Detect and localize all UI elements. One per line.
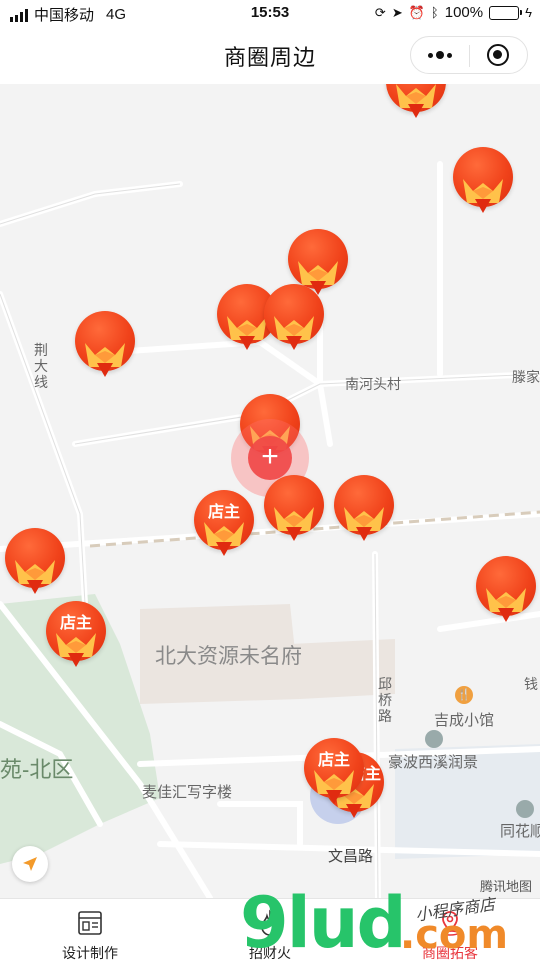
map-attribution: 腾讯地图 xyxy=(479,879,532,894)
place-label-jicheng: 吉成小馆 xyxy=(434,712,495,729)
location-arrow-icon: ➤ xyxy=(391,4,403,20)
pin-circle xyxy=(5,528,65,588)
pin-circle xyxy=(334,475,394,535)
shop-pin[interactable] xyxy=(264,475,324,541)
pin-tip xyxy=(286,336,302,350)
more-button[interactable] xyxy=(411,37,469,73)
close-target-icon xyxy=(487,44,510,66)
tab-business-circle[interactable]: 商圈拓客 xyxy=(360,899,540,960)
shop-pin[interactable] xyxy=(334,475,394,541)
navigation-arrow-icon xyxy=(23,857,37,871)
road-label-qian: 钱 xyxy=(524,676,538,692)
bluetooth-icon: ᛒ xyxy=(430,5,439,20)
fire-icon xyxy=(261,909,279,936)
battery-percent: 100% xyxy=(444,4,484,21)
tab-label: 设计制作 xyxy=(62,945,118,960)
tab-bar: 设计制作 招财火 商圈拓客 xyxy=(0,898,540,960)
shop-pin[interactable] xyxy=(75,311,135,377)
pin-circle xyxy=(288,229,348,289)
pin-circle xyxy=(453,147,513,207)
pin-tip xyxy=(97,363,113,377)
place-label-tonghua: 同花顺 xyxy=(500,823,540,840)
pin-circle xyxy=(264,475,324,535)
location-pin-icon xyxy=(441,911,459,936)
rotation-lock-icon: ⟳ xyxy=(374,4,386,20)
tab-label: 商圈拓客 xyxy=(422,945,478,960)
owner-label: 店主 xyxy=(317,752,350,769)
alarm-icon: ⏰ xyxy=(408,4,425,20)
place-label-tengjia: 滕家 xyxy=(512,369,540,385)
road-label-jingda: 荆 大 线 xyxy=(34,342,48,390)
pin-tip xyxy=(408,104,424,118)
pin-tip xyxy=(475,199,491,213)
place-label-yuan-bei-qu: 苑-北区 xyxy=(0,757,74,782)
pin-circle: 店主 xyxy=(46,601,106,661)
mini-program-capsule xyxy=(410,36,528,74)
tab-design[interactable]: 设计制作 xyxy=(0,899,180,960)
battery-icon xyxy=(489,5,523,20)
building-icon-2 xyxy=(516,800,534,818)
place-label-beida: 北大资源未名府 xyxy=(155,645,302,668)
layout-icon xyxy=(78,911,102,935)
shop-pin[interactable] xyxy=(264,284,324,350)
pin-tip xyxy=(356,527,372,541)
shop-pin[interactable] xyxy=(386,84,446,118)
more-dots-icon xyxy=(427,51,452,59)
place-label-haobo: 豪波西溪润景 xyxy=(388,754,479,771)
owner-shop-pin[interactable]: 店主 xyxy=(304,738,364,804)
shop-pin[interactable] xyxy=(453,147,513,213)
pin-tip xyxy=(498,608,514,622)
road-label-qiuqiao: 邱 桥 路 xyxy=(378,676,392,724)
shop-pin[interactable] xyxy=(5,528,65,594)
status-bar: 中国移动 4G 15:53 ⟳ ➤ ⏰ ᛒ 100% ϟ xyxy=(0,0,540,28)
shop-pin[interactable] xyxy=(476,556,536,622)
status-right: ⟳ ➤ ⏰ ᛒ 100% ϟ xyxy=(375,4,532,21)
plus-icon: + xyxy=(248,436,292,480)
owner-label: 店主 xyxy=(59,615,92,632)
restaurant-icon: 🍴 xyxy=(455,686,473,704)
pin-tip xyxy=(216,542,232,556)
owner-label: 店主 xyxy=(207,504,240,521)
pin-circle xyxy=(75,311,135,371)
place-label-nanhetoucun: 南河头村 xyxy=(345,376,401,392)
road-label-wenchang: 文昌路 xyxy=(328,848,374,865)
map-view[interactable]: 荆 大 线 南河头村 滕家 北大资源未名府 邱 桥 路 钱 🍴 吉成小馆 苑-北… xyxy=(0,84,540,898)
pin-tip xyxy=(346,804,362,818)
pin-circle: 店主 xyxy=(304,738,364,798)
pin-circle xyxy=(264,284,324,344)
close-button[interactable] xyxy=(470,37,528,73)
place-label-maijia: 麦佳汇写字楼 xyxy=(142,784,233,801)
pin-circle: 店主 xyxy=(194,490,254,550)
pin-tip xyxy=(326,790,342,804)
tab-label: 招财火 xyxy=(249,945,291,960)
pin-tip xyxy=(68,653,84,667)
pin-circle xyxy=(476,556,536,616)
pin-tip xyxy=(27,580,43,594)
tab-fortune[interactable]: 招财火 xyxy=(180,899,360,960)
pin-tip xyxy=(239,336,255,350)
owner-shop-pin[interactable]: 店主 xyxy=(46,601,106,667)
nav-bar: 商圈周边 xyxy=(0,28,540,84)
owner-shop-pin[interactable]: 店主 xyxy=(194,490,254,556)
locate-button[interactable] xyxy=(12,846,48,882)
building-icon xyxy=(425,730,443,748)
charging-icon: ϟ xyxy=(525,5,532,20)
pin-tip xyxy=(286,527,302,541)
